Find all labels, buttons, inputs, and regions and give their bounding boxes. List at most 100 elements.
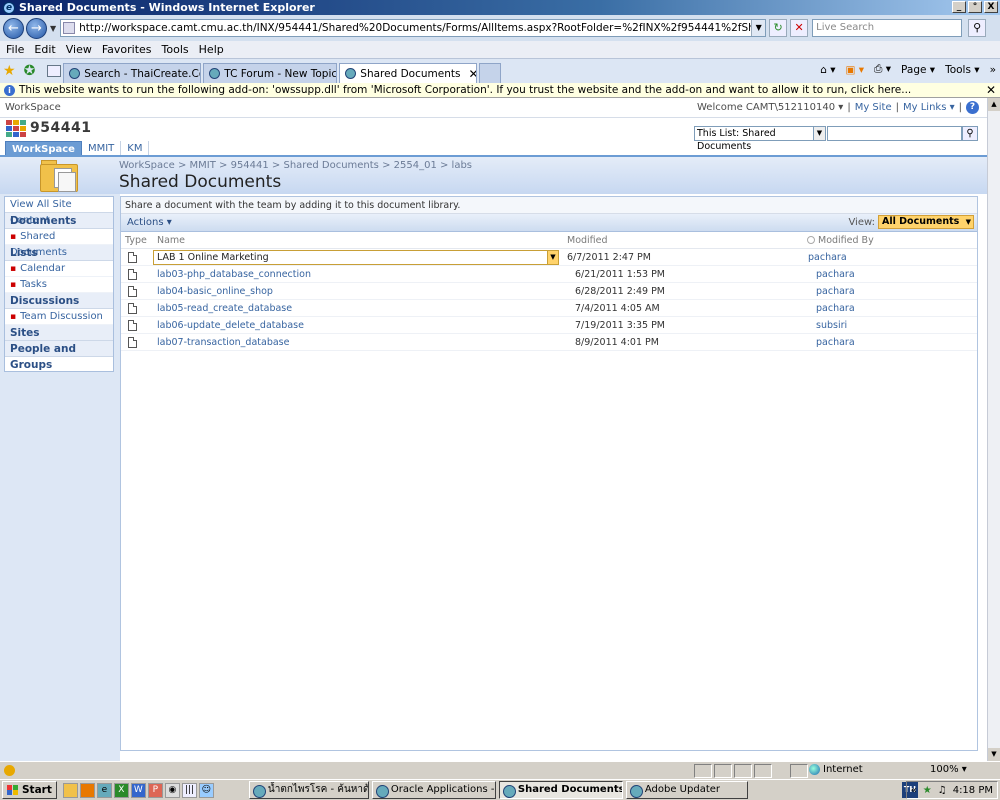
volume-icon[interactable]: ♫ [938,785,947,796]
firefox-quicklaunch-icon[interactable] [79,782,95,798]
menu-edit[interactable]: Edit [34,43,55,56]
row-modified-by[interactable]: subsiri [816,320,847,331]
sp-site-label[interactable]: WorkSpace [5,102,61,113]
chevron-right-icon[interactable]: » [990,64,996,76]
row-modified-by[interactable]: pachara [816,303,855,314]
tab-shared-documents[interactable]: Shared Documents ✕ [339,63,478,83]
scroll-down-icon[interactable]: ▼ [988,748,1000,761]
table-row[interactable]: lab05-read_create_database 7/4/2011 4:05… [121,300,977,317]
table-row[interactable]: lab07-transaction_database 8/9/2011 4:01… [121,334,977,351]
row-name[interactable]: lab05-read_create_database [153,303,567,314]
nav-item-calendar[interactable]: Calendar [5,261,113,277]
restore-button[interactable]: ° [968,1,982,13]
menu-file[interactable]: File [6,43,24,56]
powerpoint-quicklaunch-icon[interactable]: P [147,782,163,798]
page-menu[interactable]: Page ▾ [901,64,935,76]
vertical-scrollbar[interactable]: ▲ ▼ [987,98,1000,761]
table-row[interactable]: lab04-basic_online_shop 6/28/2011 2:49 P… [121,283,977,300]
start-button[interactable]: Start [2,781,57,799]
new-tab-button[interactable] [479,63,502,83]
view-all-site-content-link[interactable]: View All Site Content [5,197,113,226]
taskbar-item-shared-documents[interactable]: Shared Documents - ... [498,781,623,799]
chrome-quicklaunch-icon[interactable]: ◉ [164,782,180,798]
column-modified[interactable]: Modified [567,235,807,246]
addon-info-bar[interactable]: i This website wants to run the followin… [0,83,1000,98]
nav-heading-people-and-groups[interactable]: People and Groups [5,341,113,371]
favorites-star-icon[interactable]: ★ [3,63,16,79]
forward-button[interactable]: → [26,17,47,39]
row-modified-by[interactable]: pachara [808,252,847,263]
menu-view[interactable]: View [66,43,92,56]
nav-item-team-discussion[interactable]: Team Discussion [5,309,113,325]
row-name[interactable]: lab07-transaction_database [153,337,567,348]
tab-km[interactable]: KM [121,141,150,156]
search-scope-select[interactable]: This List: Shared Documents ▼ [694,126,826,152]
nav-item-tasks[interactable]: Tasks [5,277,113,293]
welcome-menu[interactable]: Welcome CAMT\512110140 ▾ [697,102,843,113]
ie-quicklaunch-icon[interactable]: e [96,782,112,798]
table-row[interactable]: LAB 1 Online Marketing ▼ 6/7/2011 2:47 P… [121,249,977,266]
menu-help[interactable]: Help [199,43,224,56]
scroll-up-icon[interactable]: ▲ [988,98,1000,111]
taskbar-item-search[interactable]: น้ำตกไพรโรค - ค้นหาด้วย ... [248,781,369,799]
nav-heading-documents[interactable]: Documents [5,213,113,229]
my-links-menu[interactable]: My Links ▾ [903,102,955,113]
back-button[interactable]: ← [3,17,24,39]
protected-mode-icon[interactable] [790,764,808,778]
close-info-bar-icon[interactable]: ✕ [986,83,996,97]
actions-menu[interactable]: Actions ▾ [127,217,172,228]
zoom-level[interactable]: 100% ▾ [930,764,967,775]
tab-tc-forum[interactable]: TC Forum - New Topic :: เริ่ม... [203,63,338,83]
row-modified-by[interactable]: pachara [816,337,855,348]
nav-item-shared-documents[interactable]: Shared Documents [5,229,113,258]
folder-quicklaunch-icon[interactable] [62,782,78,798]
tab-mmit[interactable]: MMIT [82,141,122,156]
address-dropdown-icon[interactable]: ▼ [751,20,766,36]
help-icon[interactable]: ? [966,101,979,114]
row-modified-by[interactable]: pachara [816,286,855,297]
address-bar[interactable]: http://workspace.camt.cmu.ac.th/INX/9544… [60,19,767,37]
my-site-link[interactable]: My Site [855,102,892,113]
nav-heading-discussions[interactable]: Discussions [5,293,113,309]
site-title[interactable]: 954441 [6,120,91,137]
print-icon[interactable]: ⎙ ▾ [874,63,891,76]
row-name-selected[interactable]: LAB 1 Online Marketing ▼ [153,249,559,265]
messenger-quicklaunch-icon[interactable]: ☺ [198,782,214,798]
row-name[interactable]: lab03-php_database_connection [153,269,567,280]
column-modified-by[interactable]: Modified By [807,235,874,246]
excel-quicklaunch-icon[interactable]: X [113,782,129,798]
tab-workspace[interactable]: WorkSpace [5,141,82,156]
network-icon[interactable]: ★ [923,785,932,796]
live-search-input[interactable]: Live Search [812,19,963,37]
column-type[interactable]: Type [121,235,153,246]
info-bar-text[interactable]: This website wants to run the following … [19,84,911,96]
minimize-button[interactable]: _ [952,1,966,13]
chevron-down-icon[interactable]: ▼ [547,250,558,264]
row-modified-by[interactable]: pachara [816,269,855,280]
search-icon[interactable]: ⚲ [968,19,987,37]
clock[interactable]: 4:18 PM [953,785,993,796]
table-row[interactable]: lab06-update_delete_database 7/19/2011 3… [121,317,977,334]
word-quicklaunch-icon[interactable]: W [130,782,146,798]
menu-favorites[interactable]: Favorites [102,43,152,56]
security-zone[interactable]: Internet [809,764,863,775]
refresh-icon[interactable]: ↻ [769,19,788,37]
home-icon[interactable]: ⌂ ▾ [820,64,835,76]
barcode-quicklaunch-icon[interactable]: ||| [181,782,197,798]
history-dropdown-icon[interactable]: ▼ [50,24,56,33]
breadcrumb[interactable]: WorkSpace > MMIT > 954441 > Shared Docum… [119,160,472,171]
feeds-icon[interactable]: ▣ ▾ [846,64,865,76]
tray-expand-icon[interactable]: « [911,785,917,796]
close-tab-icon[interactable]: ✕ [460,67,476,81]
address-url[interactable]: http://workspace.camt.cmu.ac.th/INX/9544… [79,22,751,34]
quick-tabs-icon[interactable] [47,65,62,77]
row-name[interactable]: lab06-update_delete_database [153,320,567,331]
sp-search-input[interactable] [827,126,962,141]
row-name[interactable]: lab04-basic_online_shop [153,286,567,297]
view-dropdown[interactable]: All Documents ▼ [878,215,974,229]
close-button[interactable]: X [984,1,998,13]
tab-thaicreate[interactable]: Search - ThaiCreate.Com [63,63,202,83]
stop-icon[interactable]: ✕ [790,19,809,37]
tools-menu[interactable]: Tools ▾ [945,64,979,76]
sp-search-icon[interactable]: ⚲ [962,126,978,141]
